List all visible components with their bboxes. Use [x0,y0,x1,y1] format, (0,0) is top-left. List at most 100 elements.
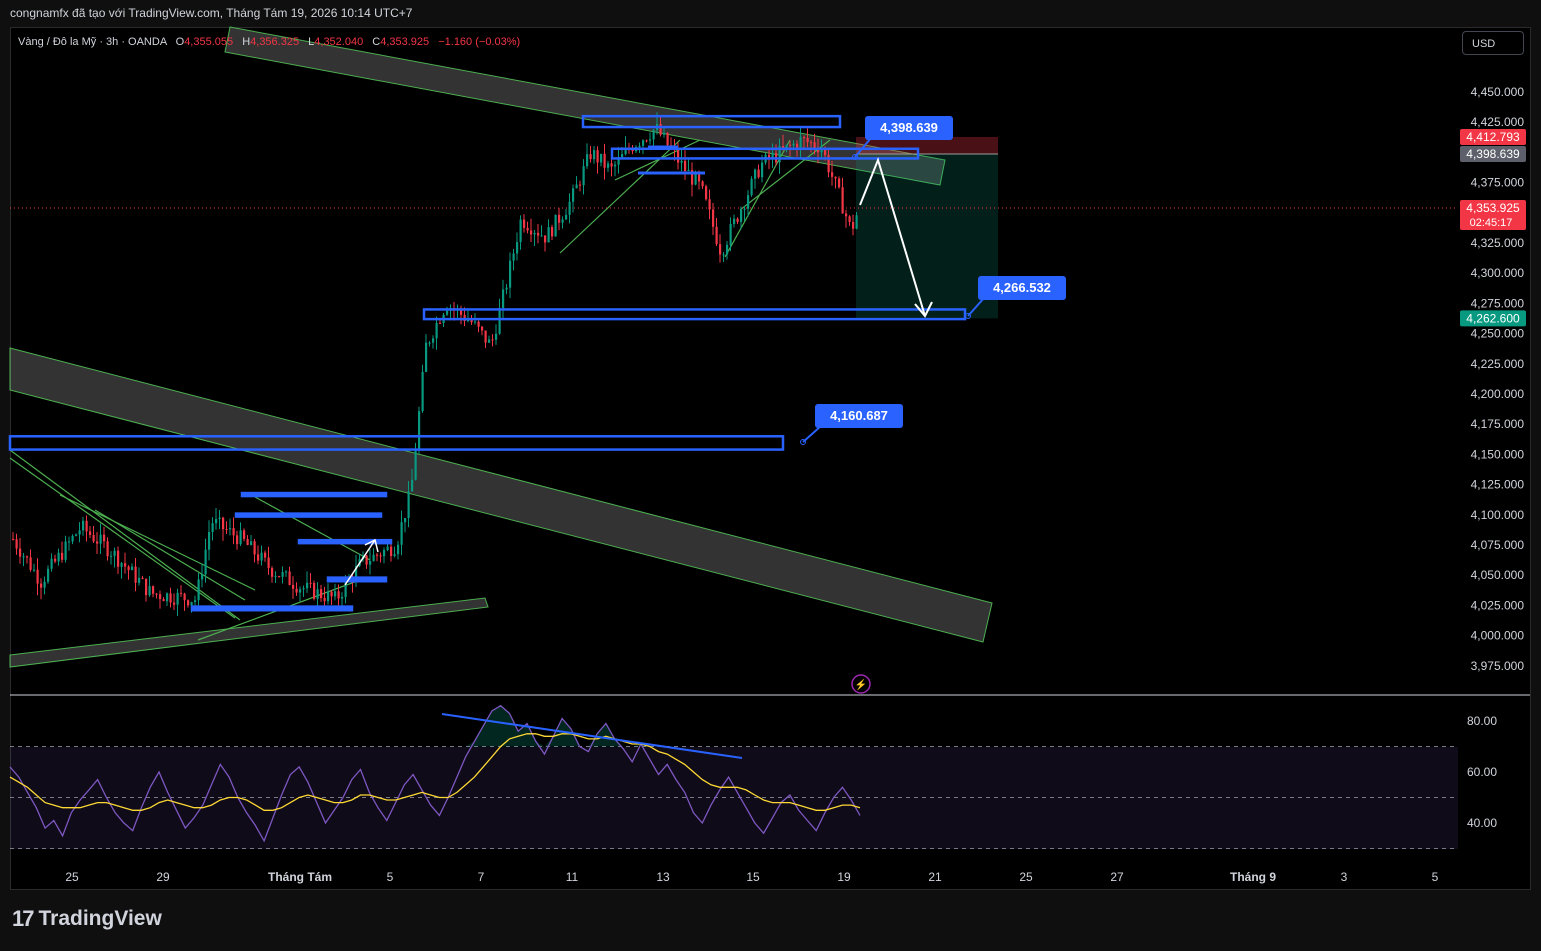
candle-body [64,541,67,560]
candle-body [253,541,256,555]
zone-box-3 [8,435,785,451]
candle-body [274,576,277,578]
change-value: −1.160 (−0.03%) [438,36,521,48]
candle-body [687,170,690,172]
candle-body [138,577,141,583]
candle-body [516,242,519,254]
x-tick-label: 13 [656,870,670,884]
candle-body [372,554,375,562]
candle-body [309,582,312,584]
candle-body [194,600,197,603]
candle-body [145,578,148,596]
candle-body [120,563,123,567]
candle-body [267,557,270,569]
candle-body [327,591,330,602]
candle-body [190,602,193,606]
candle-body [134,566,137,583]
x-tick-label: 19 [837,870,851,884]
candle-body [848,216,851,223]
x-tick-label: 27 [1110,870,1124,884]
x-tick-label: 25 [1019,870,1033,884]
candle-body [761,162,764,178]
candle-body [169,593,172,603]
candle-body [302,588,305,590]
candle-body [313,583,316,599]
candle-body [99,534,102,544]
lower-channel [9,347,993,643]
candle-body [36,569,39,584]
candle-body [579,184,582,186]
candle-body [432,338,435,343]
price-tag-label: 4,412.793 [1466,130,1520,144]
candle-body [218,517,221,520]
y-tick-label: 4,125.000 [1471,478,1525,492]
candle-body [677,150,680,163]
x-tick-label: 11 [566,870,579,884]
candle-body [484,330,487,343]
candle-body [565,214,568,220]
candle-body [110,555,113,557]
candle-body [106,541,109,557]
candle-body [215,519,218,524]
candle-body [621,154,624,158]
price-tag-label: 4,262.600 [1466,311,1520,325]
candle-body [278,576,281,578]
candle-body [264,552,267,558]
candle-body [719,244,722,255]
callout-pointer-2 [802,425,822,443]
candle-body [390,546,393,557]
candle-body [558,214,561,223]
candle-body [526,227,529,231]
candle-body [845,213,848,217]
candle-body [810,142,813,144]
callout-label-0: 4,398.639 [880,120,938,135]
candle-body [113,550,116,556]
candle-body [117,550,120,567]
y-tick-label: 4,200.000 [1471,387,1525,401]
y-tick-label: 4,225.000 [1471,357,1525,371]
candle-body [82,520,85,531]
candle-body [243,530,246,539]
rsi-y-tick: 80.00 [1467,714,1497,728]
candle-body [239,530,242,545]
candle-body [726,244,729,255]
candle-body [225,529,228,531]
take-profit-box [856,154,998,319]
candle-body [407,491,410,519]
candle-body [61,552,64,560]
candle-body [92,534,95,542]
candle-body [803,137,806,139]
candle-body [789,144,792,146]
candle-body [474,321,477,323]
currency-button[interactable]: USD [1462,31,1524,55]
callout-label-1: 4,266.532 [993,280,1051,295]
pattern-line-2 [559,139,681,254]
candle-body [40,583,43,588]
y-tick-label: 4,050.000 [1471,568,1525,582]
chart-svg[interactable]: 4,398.639 4,266.532 4,160.687 4,450.000 4,42… [0,0,1541,951]
candle-body [715,226,718,245]
x-tick-label: Tháng Tám [268,870,332,884]
candle-body [15,539,18,549]
candle-body [288,571,291,586]
wedge-line-0 [9,449,241,621]
candle-body [838,178,841,188]
candle-body [141,577,144,579]
zone-box-8 [190,605,354,612]
candle-body [89,531,92,535]
candle-body [824,149,827,156]
open-label: O [175,36,185,48]
candle-body [127,566,130,571]
candle-body [400,522,403,545]
candle-body [638,145,641,148]
candle-body [439,322,442,324]
candle-body [43,581,46,588]
x-tick-label: 5 [1432,870,1439,884]
upper-channel [224,26,946,186]
candle-body [299,589,302,593]
candle-body [733,218,736,225]
candle-body [201,574,204,580]
wedge-line-2 [59,494,256,591]
candle-body [376,554,379,556]
candle-body [652,129,655,140]
